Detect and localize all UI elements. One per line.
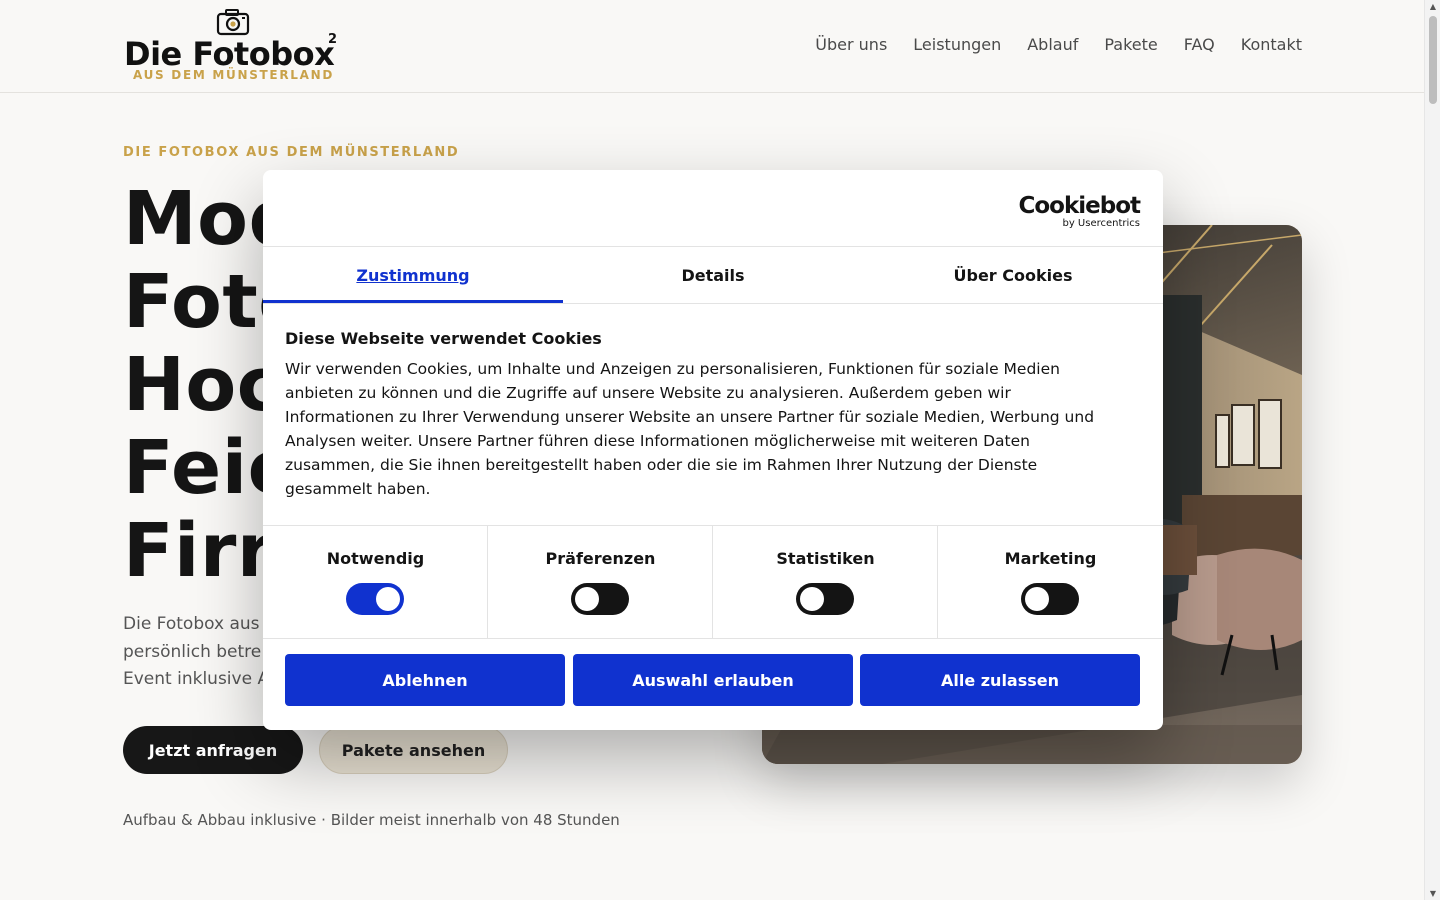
tab-zustimmung[interactable]: Zustimmung: [263, 247, 563, 303]
cookiebot-logo: Cookiebot by Usercentrics: [1018, 193, 1141, 229]
hero-note: Aufbau & Abbau inklusive · Bilder meist …: [123, 811, 620, 829]
main-nav: Über uns Leistungen Ablauf Pakete FAQ Ko…: [789, 35, 1302, 54]
toggle-knob: [800, 587, 824, 611]
cookie-text-line: Analysen weiter. Unsere Partner führen d…: [285, 432, 1030, 450]
reject-cookies-button[interactable]: Ablehnen: [285, 654, 565, 706]
cookie-text-line: zusammen, die Sie ihnen bereitgestellt h…: [285, 456, 1038, 474]
cookie-consent-dialog: Cookiebot by Usercentrics Zustimmung Det…: [263, 170, 1163, 730]
request-now-button[interactable]: Jetzt anfragen: [123, 726, 303, 774]
nav-link-faq[interactable]: FAQ: [1184, 35, 1215, 54]
tab-ueber-cookies[interactable]: Über Cookies: [863, 247, 1163, 303]
toggle-cell-notwendig: Notwendig: [263, 526, 488, 639]
cookiebot-logo-text: Cookiebot: [1018, 193, 1141, 219]
allow-all-cookies-button[interactable]: Alle zulassen: [860, 654, 1140, 706]
toggle-notwendig[interactable]: [346, 583, 404, 615]
logo-superscript: 2: [328, 32, 338, 47]
toggle-statistiken[interactable]: [796, 583, 854, 615]
scroll-down-arrow-icon[interactable]: ▼: [1428, 889, 1438, 898]
cookie-dialog-text: Wir verwenden Cookies, um Inhalte und An…: [285, 357, 1145, 501]
cookie-category-toggles: Notwendig Präferenzen Statistiken Market…: [263, 526, 1163, 639]
cookie-text-line: anbieten zu können und die Zugriffe auf …: [285, 384, 1011, 402]
toggle-cell-statistiken: Statistiken: [713, 526, 938, 639]
toggle-praeferenzen[interactable]: [571, 583, 629, 615]
cookie-dialog-title: Diese Webseite verwendet Cookies: [285, 329, 602, 348]
toggle-knob: [376, 587, 400, 611]
logo-subtitle: AUS DEM MÜNSTERLAND: [133, 68, 334, 82]
toggle-cell-praeferenzen: Präferenzen: [488, 526, 713, 639]
scrollbar-thumb[interactable]: [1429, 16, 1437, 104]
nav-link-ablauf[interactable]: Ablauf: [1027, 35, 1078, 54]
cookie-text-line: gesammelt haben.: [285, 480, 431, 498]
logo-title: Die Fotobox: [124, 35, 335, 73]
tab-details[interactable]: Details: [563, 247, 863, 303]
camera-icon: [216, 9, 250, 36]
cookiebot-logo-subtext: by Usercentrics: [1062, 218, 1140, 229]
nav-link-pakete[interactable]: Pakete: [1104, 35, 1157, 54]
cookie-text-line: Wir verwenden Cookies, um Inhalte und An…: [285, 360, 1060, 378]
scroll-up-arrow-icon[interactable]: ▲: [1428, 2, 1438, 11]
allow-selection-button[interactable]: Auswahl erlauben: [573, 654, 853, 706]
toggle-label: Statistiken: [776, 549, 875, 568]
divider: [263, 638, 1163, 639]
cookie-text-line: Informationen zu Ihrer Verwendung unsere…: [285, 408, 1095, 426]
site-logo[interactable]: Die Fotobox 2 AUS DEM MÜNSTERLAND: [124, 8, 344, 84]
toggle-label: Präferenzen: [545, 549, 656, 568]
nav-link-kontakt[interactable]: Kontakt: [1241, 35, 1302, 54]
toggle-knob: [1025, 587, 1049, 611]
nav-link-ueber-uns[interactable]: Über uns: [815, 35, 887, 54]
site-header: Die Fotobox 2 AUS DEM MÜNSTERLAND Über u…: [0, 0, 1424, 93]
hero-eyebrow: DIE FOTOBOX AUS DEM MÜNSTERLAND: [123, 145, 460, 160]
view-packages-button[interactable]: Pakete ansehen: [319, 726, 508, 774]
page-scrollbar[interactable]: ▲ ▼: [1424, 0, 1440, 900]
divider: [263, 303, 1163, 304]
toggle-marketing[interactable]: [1021, 583, 1079, 615]
toggle-cell-marketing: Marketing: [938, 526, 1163, 639]
toggle-label: Notwendig: [326, 549, 425, 568]
nav-link-leistungen[interactable]: Leistungen: [913, 35, 1001, 54]
toggle-label: Marketing: [1004, 549, 1097, 568]
cookie-tabs: Zustimmung Details Über Cookies: [263, 247, 1163, 303]
toggle-knob: [575, 587, 599, 611]
